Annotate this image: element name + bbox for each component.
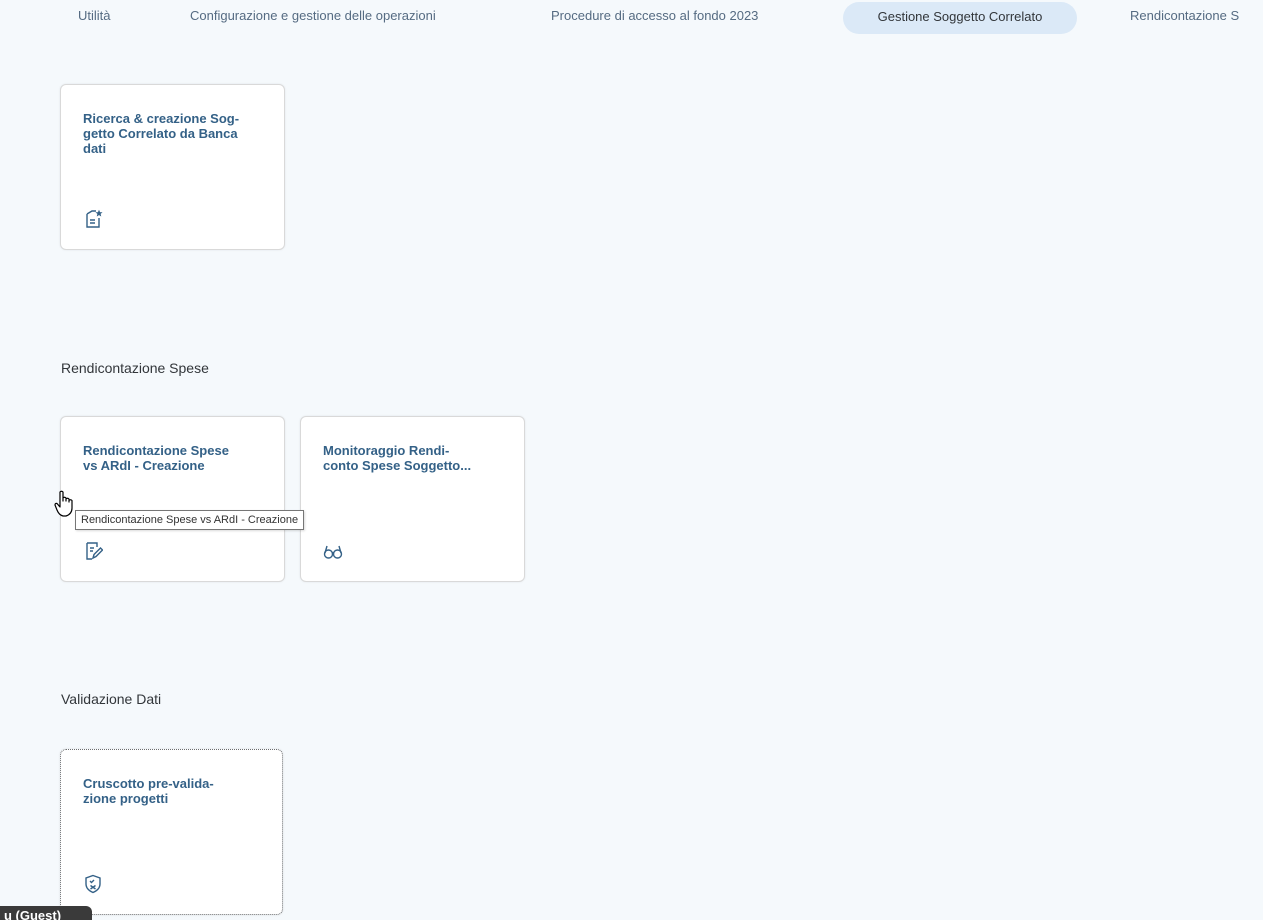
tab-utilita[interactable]: Utilità (60, 0, 129, 34)
tab-configurazione-gestione-operazioni[interactable]: Configurazione e gestione delle operazio… (172, 0, 454, 34)
shield-check-icon (83, 874, 103, 894)
guest-user-badge: u (Guest) (0, 906, 92, 920)
document-star-icon (83, 209, 103, 229)
tile-title: Cruscotto pre-valida- zione progetti (83, 776, 214, 806)
tile-cruscotto-pre-validazione-progetti[interactable]: Cruscotto pre-valida- zione progetti (60, 749, 283, 915)
section-title-rendicontazione-spese: Rendicontazione Spese (61, 360, 209, 376)
tile-ricerca-creazione-soggetto-correlato[interactable]: Ricerca & creazione Sog- getto Correlato… (60, 84, 285, 250)
tab-rendicontazione-spese[interactable]: Rendicontazione S (1112, 0, 1257, 34)
document-edit-icon (83, 541, 103, 561)
tile-monitoraggio-rendiconto-spese[interactable]: Monitoraggio Rendi- conto Spese Soggetto… (300, 416, 525, 582)
tile-rendicontazione-spese-ardi-creazione[interactable]: Rendicontazione Spese vs ARdI - Creazion… (60, 416, 285, 582)
glasses-icon (323, 541, 343, 561)
tile-title: Monitoraggio Rendi- conto Spese Soggetto… (323, 443, 472, 473)
tile-title: Rendicontazione Spese vs ARdI - Creazion… (83, 443, 229, 473)
tile-title: Ricerca & creazione Sog- getto Correlato… (83, 111, 240, 156)
tab-gestione-soggetto-correlato[interactable]: Gestione Soggetto Correlato (843, 2, 1077, 34)
top-navigation-bar: Utilità Configurazione e gestione delle … (0, 0, 1263, 34)
tooltip: Rendicontazione Spese vs ARdI - Creazion… (75, 510, 305, 530)
hand-pointer-cursor-icon (54, 490, 76, 518)
tab-procedure-accesso-fondo-2023[interactable]: Procedure di accesso al fondo 2023 (533, 0, 776, 34)
section-title-validazione-dati: Validazione Dati (61, 691, 162, 707)
